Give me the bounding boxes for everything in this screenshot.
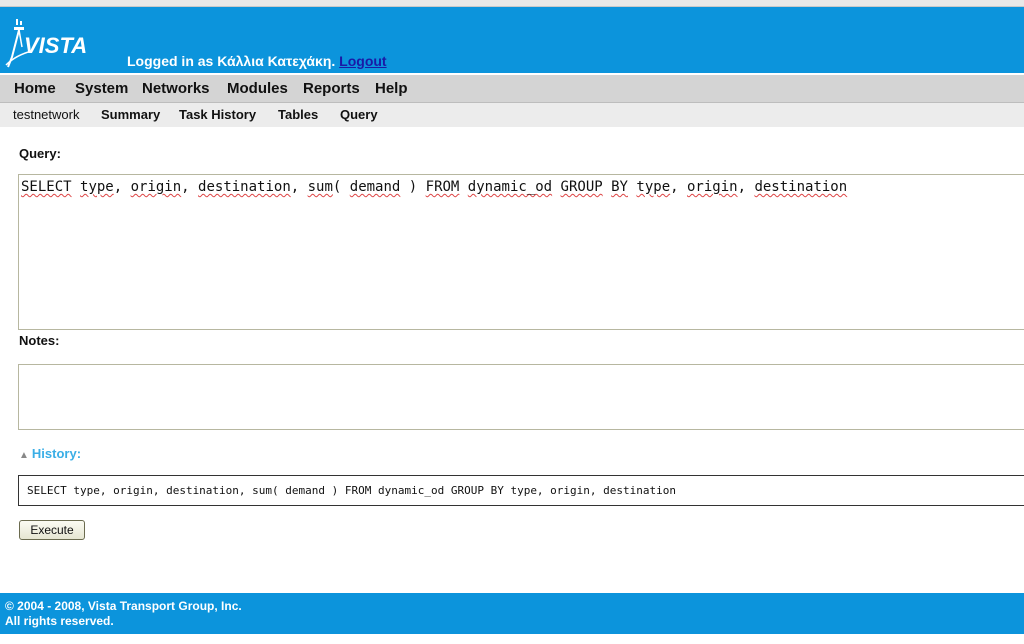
query-token: , (737, 179, 755, 195)
query-token: , (290, 179, 308, 195)
nav-modules[interactable]: Modules (227, 80, 288, 97)
query-token (552, 179, 560, 195)
logo-wordmark: VISTA (24, 33, 88, 58)
query-token: GROUP (560, 179, 603, 195)
query-token: type (636, 179, 671, 195)
nav-reports[interactable]: Reports (303, 80, 360, 97)
execute-button[interactable]: Execute (19, 520, 85, 540)
subnav-query[interactable]: Query (340, 107, 378, 122)
query-token: demand (349, 179, 401, 195)
footer-copyright: © 2004 - 2008, Vista Transport Group, In… (5, 599, 242, 613)
sub-nav: testnetwork Summary Task History Tables … (0, 103, 1024, 127)
query-token: ( (332, 179, 350, 195)
history-label: History: (31, 446, 82, 461)
query-token: ) (400, 179, 426, 195)
login-status: Logged in as Κάλλια Κατεχάκη. Logout (127, 53, 387, 69)
app-header: VISTA Logged in as Κάλλια Κατεχάκη. Logo… (0, 7, 1024, 73)
query-token: origin (130, 179, 182, 195)
subnav-tables[interactable]: Tables (278, 107, 318, 122)
query-token (459, 179, 467, 195)
login-user-text: Logged in as Κάλλια Κατεχάκη. (127, 53, 336, 69)
query-label: Query: (19, 146, 61, 161)
collapse-triangle-icon: ▲ (19, 450, 29, 461)
nav-home[interactable]: Home (14, 80, 56, 97)
subnav-summary[interactable]: Summary (101, 107, 160, 122)
query-token: sum (307, 179, 333, 195)
query-token: SELECT (21, 179, 72, 195)
query-token: FROM (425, 179, 460, 195)
query-token: destination (754, 179, 848, 195)
query-token: origin (687, 179, 738, 195)
network-name[interactable]: testnetwork (13, 107, 79, 122)
footer-rights: All rights reserved. (5, 614, 114, 628)
subnav-task-history[interactable]: Task History (179, 107, 256, 122)
nav-networks[interactable]: Networks (142, 80, 210, 97)
query-token: destination (198, 179, 291, 195)
history-entry[interactable]: SELECT type, origin, destination, sum( d… (18, 475, 1024, 506)
query-token: , (113, 179, 131, 195)
nav-help[interactable]: Help (375, 80, 408, 97)
query-token: , (181, 179, 199, 195)
app-footer: © 2004 - 2008, Vista Transport Group, In… (0, 593, 1024, 634)
query-token (603, 179, 611, 195)
query-textarea[interactable]: SELECT type, origin, destination, sum( d… (18, 174, 1024, 330)
notes-textarea[interactable] (18, 364, 1024, 430)
query-token (72, 179, 80, 195)
logout-link[interactable]: Logout (339, 53, 386, 69)
query-token: dynamic_od (467, 179, 553, 195)
bottom-strip (0, 634, 1024, 644)
query-token: type (80, 179, 114, 195)
notes-label: Notes: (19, 333, 60, 348)
main-nav: Home System Networks Modules Reports Hel… (0, 75, 1024, 103)
history-toggle[interactable]: ▲ History: (19, 446, 81, 461)
browser-top-strip (0, 0, 1024, 7)
query-token: BY (611, 179, 628, 195)
query-token: , (670, 179, 687, 195)
nav-system[interactable]: System (75, 80, 128, 97)
